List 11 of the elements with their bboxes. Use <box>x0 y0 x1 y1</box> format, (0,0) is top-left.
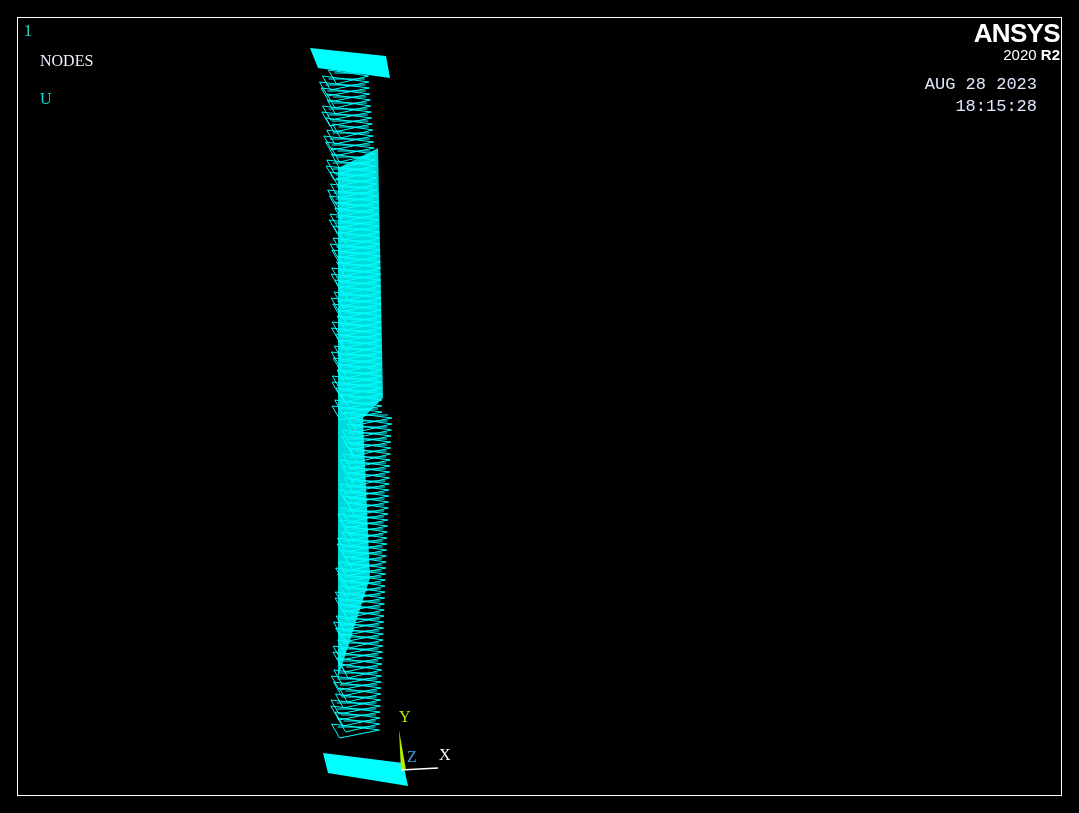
axis-triad-drawing <box>399 730 439 771</box>
version-label: 2020 R2 <box>1003 46 1060 64</box>
plot-date: AUG 28 2023 <box>924 74 1037 96</box>
y-axis-label: Y <box>399 708 411 726</box>
plot-title: NODES <box>40 51 94 71</box>
ansys-logo: ANSYS <box>973 20 1060 46</box>
plot-time: 18:15:28 <box>955 96 1037 118</box>
result-label: U <box>40 89 52 109</box>
window-number: 1 <box>24 21 32 41</box>
x-axis-label: X <box>439 746 451 764</box>
z-axis-label: Z <box>407 748 417 766</box>
